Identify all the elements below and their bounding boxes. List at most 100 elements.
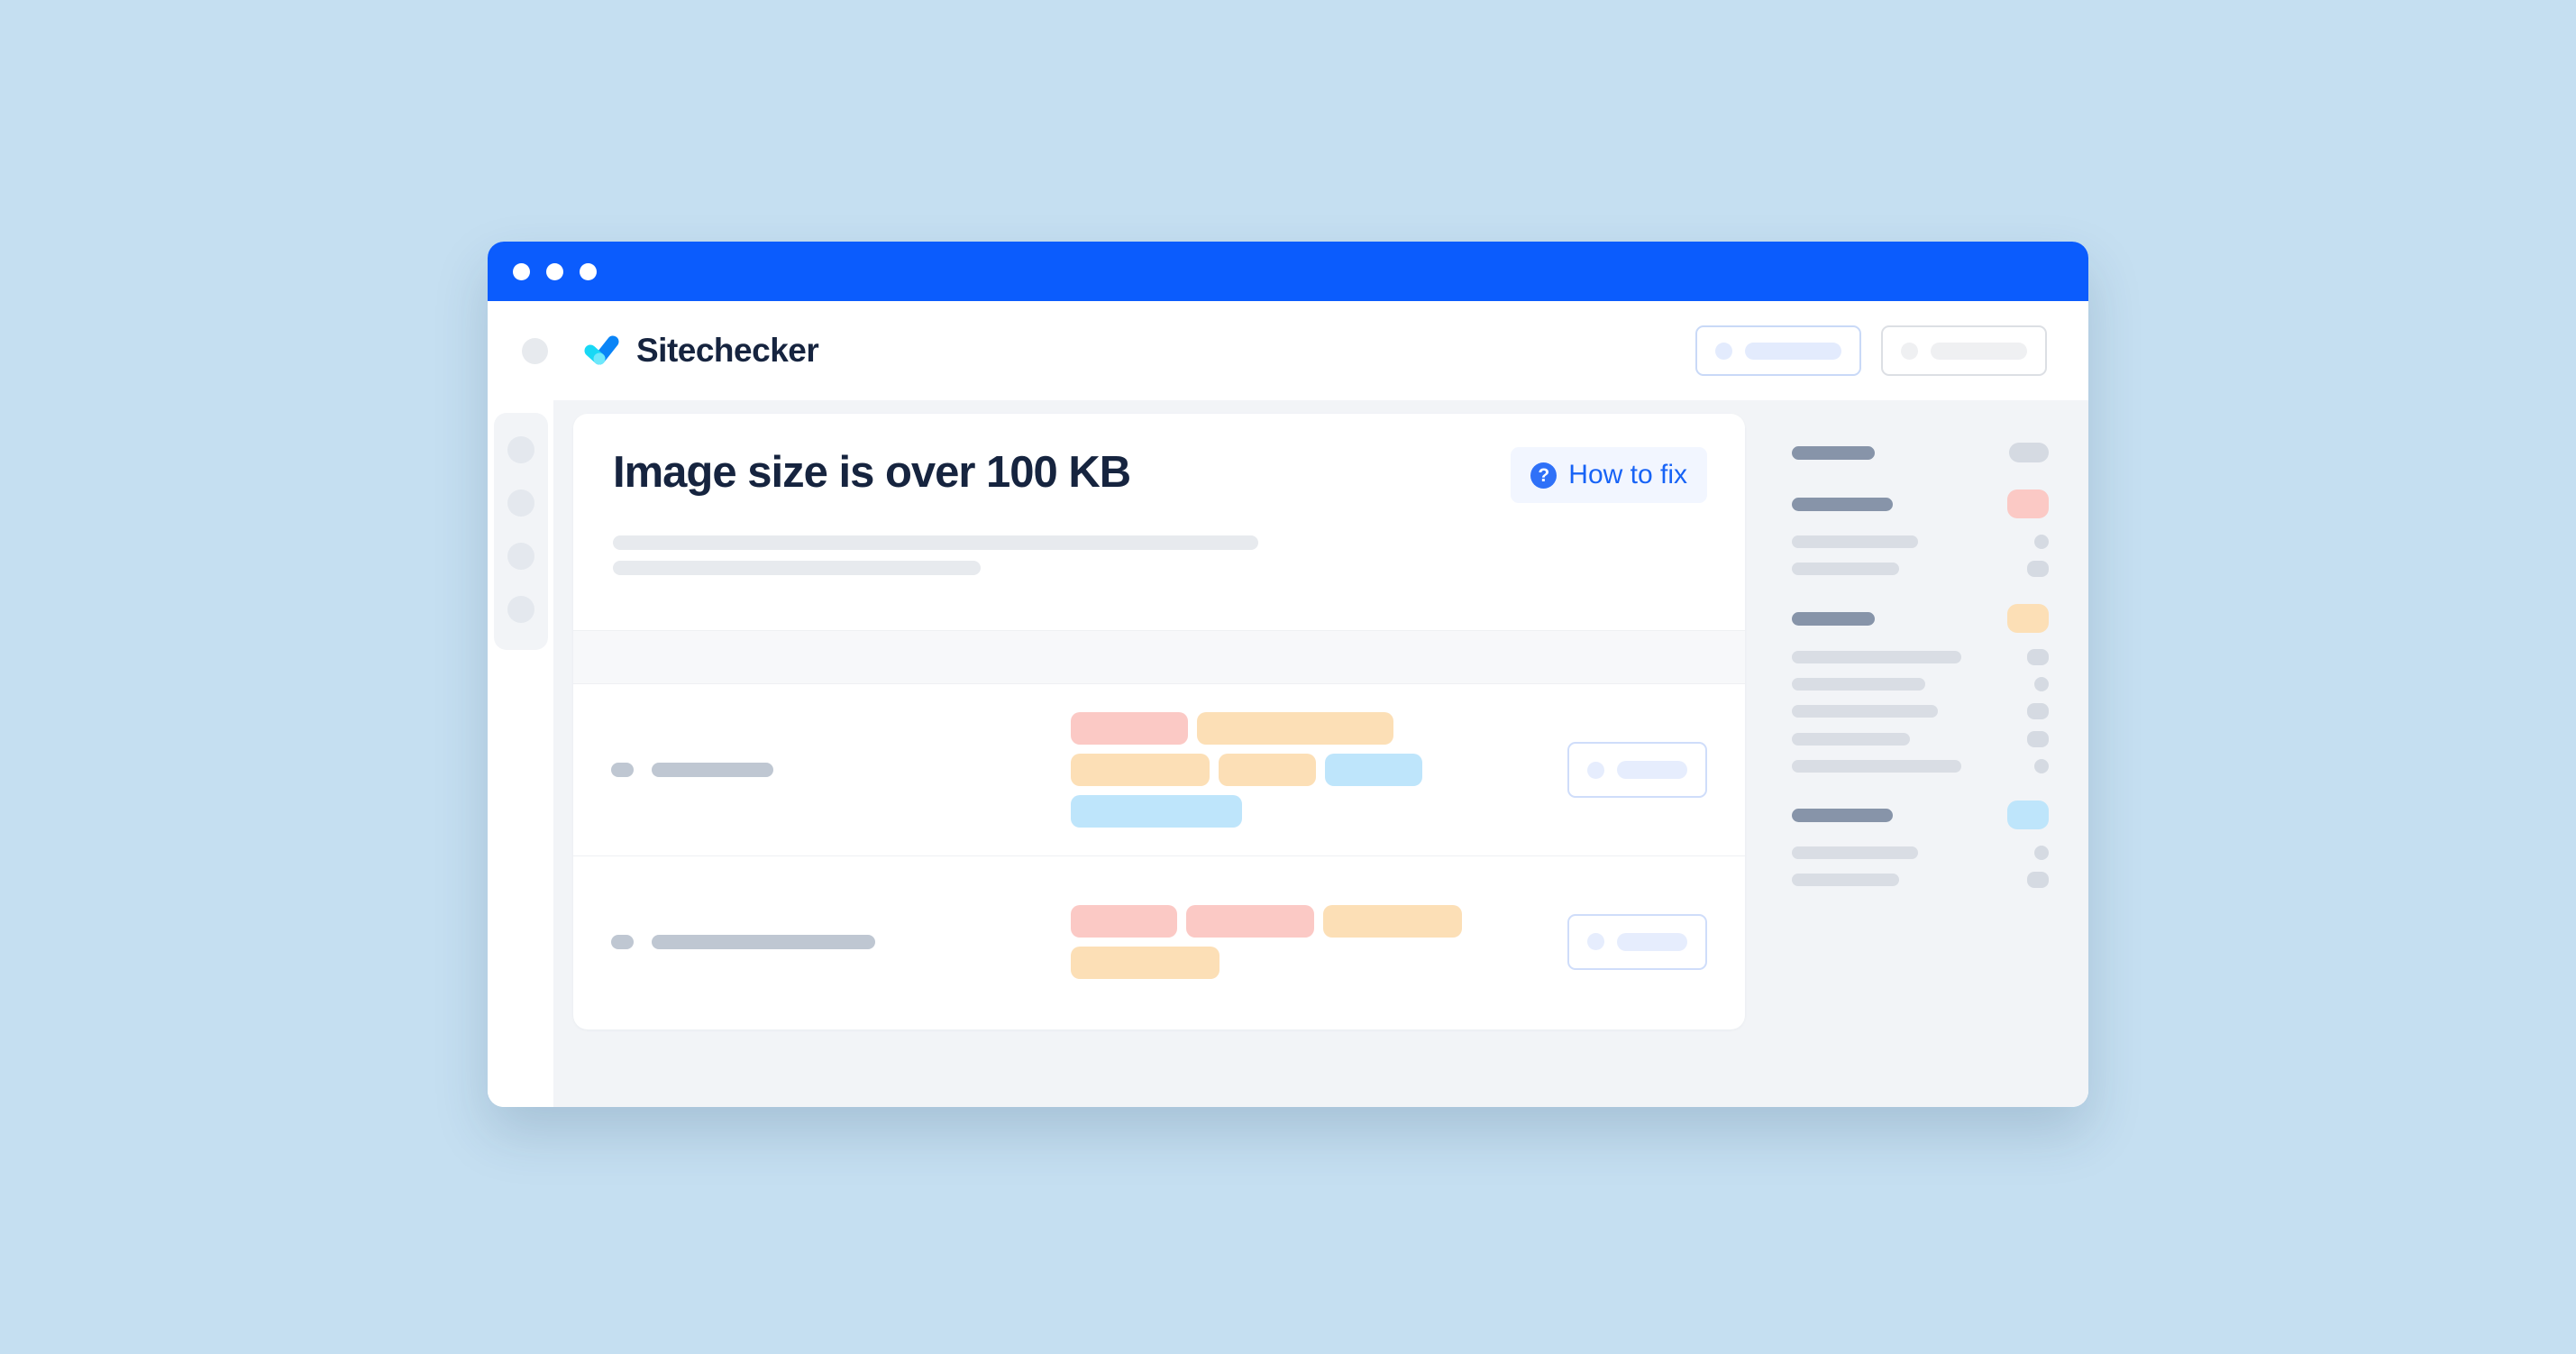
right-panel-group-1: [1792, 443, 2049, 462]
row-action-button-2[interactable]: [1567, 913, 1707, 970]
table-row[interactable]: [573, 684, 1745, 855]
right-panel-list-item[interactable]: [1792, 677, 2049, 691]
right-panel-item-label-skeleton: [1792, 535, 1918, 548]
question-mark-circle-icon: ?: [1530, 462, 1557, 489]
row-label: [611, 763, 1053, 777]
row-action-button-1[interactable]: [1567, 742, 1707, 798]
status-badge: [2007, 801, 2049, 829]
row-tag-blue[interactable]: [1071, 795, 1242, 828]
right-panel-item-label-skeleton: [1792, 563, 1899, 575]
status-badge: [2007, 604, 2049, 633]
row-tag-pink[interactable]: [1186, 904, 1314, 938]
right-panel-group-2: [1792, 489, 2049, 577]
right-panel-item-label-skeleton: [1792, 651, 1961, 663]
right-panel-item-count-skeleton: [2027, 561, 2049, 577]
row-tag-orange[interactable]: [1071, 946, 1219, 979]
rail-icon-1[interactable]: [507, 436, 534, 463]
secondary-skeleton-button[interactable]: [1881, 325, 2047, 376]
row-tag-group: [1071, 904, 1512, 979]
right-panel-list-item[interactable]: [1792, 759, 2049, 773]
row-tag-orange[interactable]: [1071, 754, 1210, 786]
right-panel-list-item[interactable]: [1792, 846, 2049, 860]
issue-card: Image size is over 100 KB ? How to fix: [573, 414, 1745, 1029]
right-panel-item-count-skeleton: [2027, 872, 2049, 888]
right-panel-item-label-skeleton: [1792, 733, 1910, 746]
right-panel-item-count-skeleton: [2034, 759, 2049, 773]
right-panel-group-title-skeleton: [1792, 497, 1893, 511]
right-panel-group-header[interactable]: [1792, 489, 2049, 518]
row-tag-orange[interactable]: [1197, 712, 1393, 745]
issue-table-body: [573, 684, 1745, 1027]
app-body: Image size is over 100 KB ? How to fix: [488, 400, 2088, 1107]
status-badge: [2007, 489, 2049, 518]
window-close-dot[interactable]: [513, 262, 530, 280]
row-tag-group: [1071, 712, 1512, 828]
window-maximize-dot[interactable]: [580, 262, 597, 280]
row-marker-icon: [611, 934, 634, 949]
brand-name: Sitechecker: [636, 332, 819, 369]
right-panel-list-item[interactable]: [1792, 535, 2049, 549]
primary-skeleton-button[interactable]: [1695, 325, 1861, 376]
row-label-skeleton: [652, 763, 773, 777]
right-panel: [1745, 414, 2088, 1107]
right-panel-item-count-skeleton: [2027, 731, 2049, 747]
right-panel-group-header[interactable]: [1792, 801, 2049, 829]
right-panel-list-item[interactable]: [1792, 703, 2049, 719]
right-panel-group-4: [1792, 801, 2049, 888]
table-row[interactable]: [573, 855, 1745, 1027]
sitechecker-checkmark-logo: [584, 335, 619, 365]
how-to-fix-label: How to fix: [1568, 460, 1687, 489]
row-action-icon-skeleton: [1587, 933, 1604, 950]
description-placeholder: [613, 535, 1705, 576]
secondary-button-label-skeleton: [1931, 342, 2027, 360]
rail-icon-3[interactable]: [507, 543, 534, 570]
right-panel-group-header[interactable]: [1792, 443, 2049, 462]
table-header-strip: [573, 630, 1745, 684]
right-panel-list-item[interactable]: [1792, 731, 2049, 747]
right-panel-item-count-skeleton: [2034, 846, 2049, 860]
right-panel-item-count-skeleton: [2027, 703, 2049, 719]
row-tag-orange[interactable]: [1323, 904, 1462, 938]
window-minimize-dot[interactable]: [546, 262, 563, 280]
app-header: Sitechecker: [488, 301, 2088, 400]
left-rail: [493, 413, 548, 650]
row-marker-icon: [611, 763, 634, 777]
row-tag-blue[interactable]: [1325, 754, 1422, 786]
primary-button-icon-skeleton: [1715, 342, 1732, 360]
row-action-label-skeleton: [1617, 761, 1687, 779]
hamburger-skeleton-icon[interactable]: [522, 337, 548, 364]
main-content: Image size is over 100 KB ? How to fix: [553, 400, 2088, 1107]
row-tag-pink[interactable]: [1071, 712, 1188, 745]
app-header-actions: [1695, 325, 2065, 376]
description-line-2: [613, 561, 981, 576]
row-action-label-skeleton: [1617, 932, 1687, 951]
right-panel-item-count-skeleton: [2034, 677, 2049, 691]
right-panel-list-item[interactable]: [1792, 561, 2049, 577]
right-panel-item-label-skeleton: [1792, 874, 1899, 886]
primary-button-label-skeleton: [1745, 342, 1841, 360]
right-panel-item-label-skeleton: [1792, 846, 1918, 859]
row-label: [611, 934, 1053, 949]
left-rail-column: [488, 400, 553, 1107]
right-panel-item-label-skeleton: [1792, 705, 1938, 718]
browser-titlebar: [488, 242, 2088, 301]
rail-icon-2[interactable]: [507, 489, 534, 517]
right-panel-group-title-skeleton: [1792, 808, 1893, 822]
right-panel-list-item[interactable]: [1792, 649, 2049, 665]
issue-card-header: Image size is over 100 KB ? How to fix: [573, 414, 1745, 630]
secondary-button-icon-skeleton: [1901, 342, 1918, 360]
right-panel-group-header[interactable]: [1792, 604, 2049, 633]
right-panel-group-title-skeleton: [1792, 611, 1875, 626]
brand[interactable]: Sitechecker: [580, 329, 819, 372]
right-panel-group-3: [1792, 604, 2049, 773]
rail-icon-4[interactable]: [507, 596, 534, 623]
how-to-fix-button[interactable]: ? How to fix: [1511, 447, 1707, 503]
right-panel-group-title-skeleton: [1792, 445, 1875, 460]
right-panel-item-label-skeleton: [1792, 678, 1925, 691]
browser-window: Sitechecker Image size is over 100 KB ? …: [488, 242, 2088, 1107]
row-tag-orange[interactable]: [1219, 754, 1316, 786]
right-panel-item-label-skeleton: [1792, 760, 1961, 773]
description-line-1: [613, 535, 1258, 551]
right-panel-list-item[interactable]: [1792, 872, 2049, 888]
row-tag-pink[interactable]: [1071, 904, 1177, 938]
